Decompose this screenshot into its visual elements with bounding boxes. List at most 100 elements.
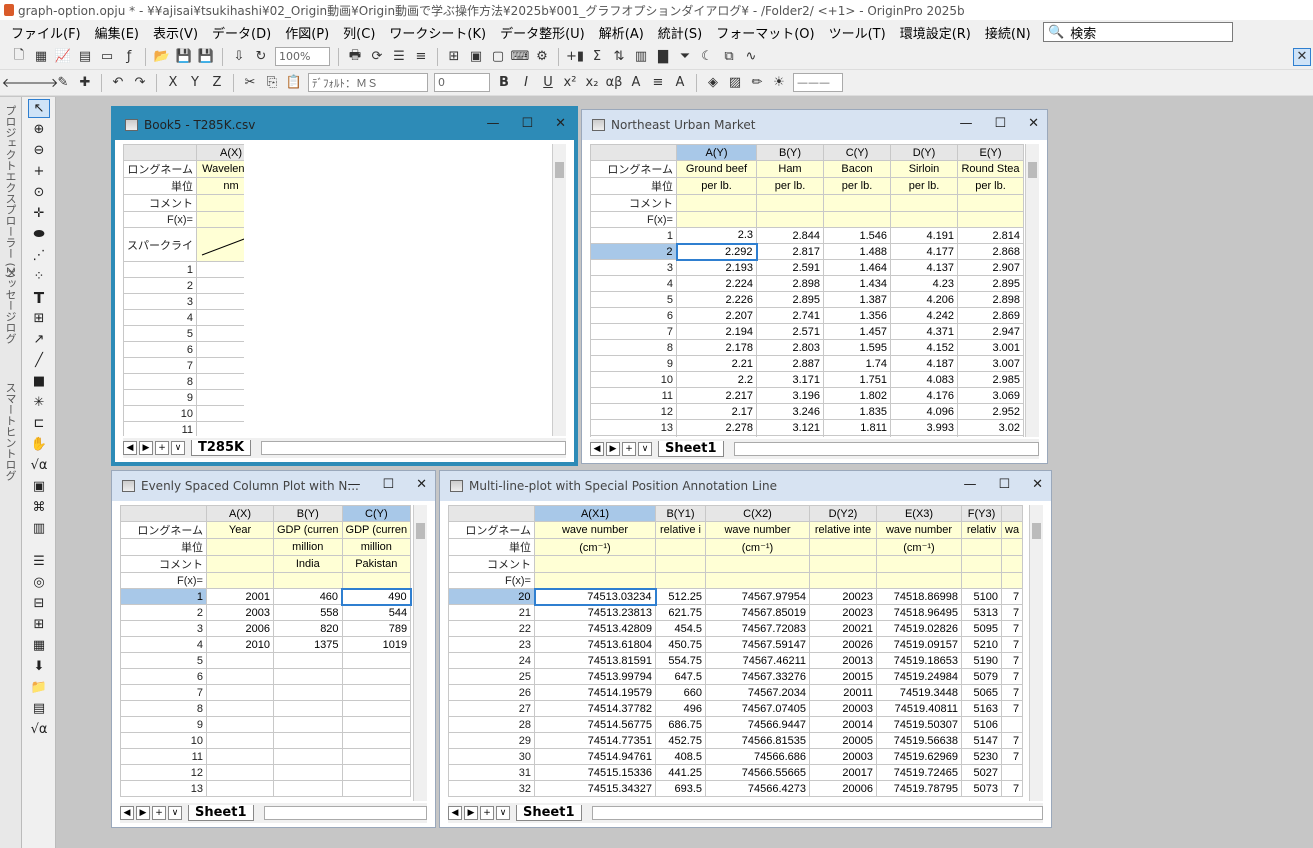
table-cell[interactable] xyxy=(206,732,274,749)
row-number[interactable]: 11 xyxy=(590,387,677,404)
row-number[interactable]: 8 xyxy=(120,700,207,717)
open-icon[interactable]: 📂 xyxy=(153,48,171,66)
table-cell[interactable]: 450.75 xyxy=(655,636,706,653)
table-cell[interactable] xyxy=(206,716,274,733)
row-number[interactable]: 4 xyxy=(590,275,677,292)
add-column-icon[interactable]: +▮ xyxy=(566,48,584,66)
meta-cell[interactable]: (cm⁻¹) xyxy=(876,538,962,556)
table-cell[interactable]: 20011 xyxy=(809,684,877,701)
sort-icon[interactable]: ⇅ xyxy=(610,48,628,66)
table-cell[interactable]: 4.242 xyxy=(890,307,958,324)
marker-icon[interactable]: ✎ xyxy=(54,74,72,92)
table-cell[interactable]: 789 xyxy=(341,620,412,637)
cut-icon[interactable]: ✂ xyxy=(241,74,259,92)
column-header[interactable]: B(Y) xyxy=(273,505,343,522)
minimize-icon[interactable]: — xyxy=(963,477,976,492)
table-cell[interactable]: 74515.34327 xyxy=(534,780,656,797)
table-cell[interactable] xyxy=(341,764,412,781)
table-cell[interactable]: 3.069 xyxy=(957,387,1024,404)
table-cell[interactable]: 843 xyxy=(196,389,244,406)
save-template-icon[interactable]: 💾 xyxy=(197,48,215,66)
text-tool-icon[interactable]: T xyxy=(28,288,50,307)
table-cell[interactable]: 2.286 xyxy=(676,435,757,437)
table-cell[interactable]: 4.206 xyxy=(890,291,958,308)
table-cell[interactable]: 74519.62969 xyxy=(876,748,962,765)
table-cell[interactable]: 7 xyxy=(1000,636,1024,653)
table-cell[interactable]: 4.187 xyxy=(890,355,958,372)
font-larger-icon[interactable]: A xyxy=(627,74,645,92)
table-cell[interactable]: 74514.37782 xyxy=(534,700,656,717)
underline-icon[interactable]: U xyxy=(539,74,557,92)
align-icon[interactable]: ≡ xyxy=(649,74,667,92)
row-label[interactable]: ロングネーム xyxy=(120,521,207,539)
table-cell[interactable] xyxy=(341,700,412,717)
table-cell[interactable]: 838 xyxy=(196,309,244,326)
table-cell[interactable]: 441.25 xyxy=(655,764,706,781)
add-sheet-icon[interactable]: + xyxy=(480,806,494,820)
table-cell[interactable] xyxy=(341,748,412,765)
table-cell[interactable] xyxy=(273,732,343,749)
market-window[interactable]: Northeast Urban Market — ☐ ✕ A(Y) B(Y) C(Y) D… xyxy=(581,109,1048,464)
table-cell[interactable]: 3.007 xyxy=(957,355,1024,372)
recalc-icon[interactable]: ↻ xyxy=(252,48,270,66)
table-cell[interactable] xyxy=(273,748,343,765)
table-cell[interactable]: 1.434 xyxy=(823,275,891,292)
row-number[interactable]: 2 xyxy=(120,604,207,621)
menu-item[interactable]: データ整形(U) xyxy=(493,23,592,42)
meta-cell[interactable] xyxy=(655,572,706,589)
table-cell[interactable]: 1.464 xyxy=(823,259,891,276)
data-reader-icon[interactable]: ✛ xyxy=(28,204,50,223)
row-number[interactable]: 30 xyxy=(448,748,535,765)
corner-cell[interactable] xyxy=(123,144,197,161)
table-cell[interactable]: 5027 xyxy=(961,764,1002,781)
table-cell[interactable]: 74519.18653 xyxy=(876,652,962,669)
first-sheet-icon[interactable]: ◀ xyxy=(120,806,134,820)
table-cell[interactable]: 74519.72465 xyxy=(876,764,962,781)
meta-cell[interactable] xyxy=(705,572,810,589)
meta-cell[interactable] xyxy=(809,572,877,589)
table-cell[interactable]: 74519.09157 xyxy=(876,636,962,653)
corner-cell[interactable] xyxy=(120,505,207,522)
menu-item[interactable]: ツール(T) xyxy=(822,23,893,42)
meta-cell[interactable] xyxy=(196,194,244,212)
sun-icon[interactable]: ☀ xyxy=(770,74,788,92)
corner-cell[interactable] xyxy=(590,144,677,161)
sheet-tab[interactable]: Sheet1 xyxy=(658,441,724,457)
table-cell[interactable]: 20021 xyxy=(809,620,877,637)
column-header[interactable]: B(Y) xyxy=(756,144,824,161)
column-header[interactable]: C(X2) xyxy=(705,505,810,522)
table-cell[interactable]: 490 xyxy=(341,587,412,606)
crosshair-icon[interactable]: + xyxy=(28,162,50,181)
meta-cell[interactable] xyxy=(676,194,757,212)
meta-cell[interactable]: wave number xyxy=(534,521,656,539)
pattern-icon[interactable]: ▨ xyxy=(726,74,744,92)
meta-cell[interactable] xyxy=(1000,538,1024,556)
table-cell[interactable] xyxy=(273,668,343,685)
meta-cell[interactable]: per lb. xyxy=(890,177,958,195)
region-icon[interactable]: ⋰ xyxy=(28,246,50,265)
gdp-window[interactable]: Evenly Spaced Column Plot with N... — ☐ ✕ … xyxy=(111,470,436,828)
menu-item[interactable]: 編集(E) xyxy=(88,23,146,42)
meta-cell[interactable] xyxy=(823,211,891,228)
table-cell[interactable]: 74566.81535 xyxy=(705,732,810,749)
table-cell[interactable]: 2.278 xyxy=(676,419,757,436)
table-cell[interactable]: 835 xyxy=(196,261,244,278)
folder-tool-icon[interactable]: 📁 xyxy=(28,678,50,697)
results-log-icon[interactable]: ▣ xyxy=(467,48,485,66)
table-cell[interactable] xyxy=(341,652,412,669)
set-x-icon[interactable]: X xyxy=(164,74,182,92)
horizontal-scrollbar[interactable] xyxy=(261,441,566,455)
row-number[interactable]: 13 xyxy=(120,780,207,797)
maximize-icon[interactable]: ☐ xyxy=(994,116,1006,131)
row-number[interactable]: 5 xyxy=(120,652,207,669)
row-label[interactable]: F(x)= xyxy=(590,211,677,228)
table-cell[interactable]: 460 xyxy=(273,588,343,605)
table-cell[interactable]: 660 xyxy=(655,684,706,701)
column-header[interactable]: C(Y) xyxy=(823,144,891,161)
meta-cell[interactable]: Wavelength xyxy=(196,160,244,178)
table-cell[interactable]: 4.176 xyxy=(890,387,958,404)
table-cell[interactable]: 2006 xyxy=(206,620,274,637)
project-explorer-tab[interactable]: プロジェクトエクスプローラー (2) xyxy=(2,105,18,278)
table-cell[interactable]: 74518.86998 xyxy=(876,588,962,605)
line-style-select[interactable]: ——— xyxy=(793,73,843,92)
